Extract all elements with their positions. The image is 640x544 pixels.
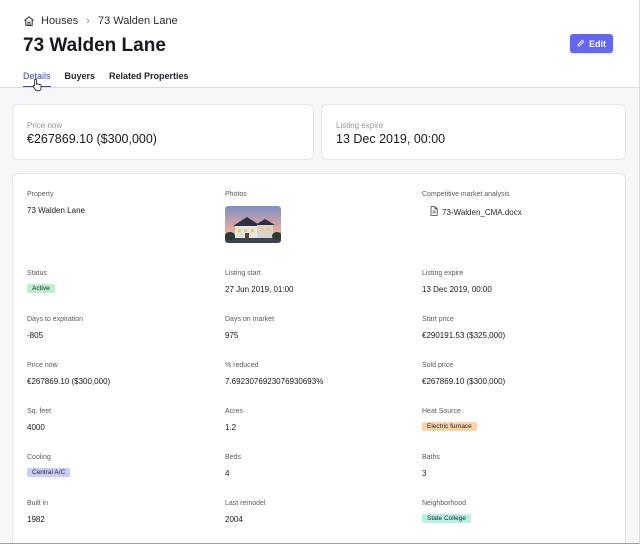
field-label: Photos — [225, 191, 247, 198]
field-label: Built in — [27, 500, 49, 507]
field-heat-source: Heat Source Electric furnace — [422, 408, 477, 433]
field-value: 13 Dec 2019, 00:00 — [422, 285, 492, 294]
field-percent-reduced: % reduced 7.6923076923076930693% — [225, 362, 323, 386]
field-label: Acres — [225, 408, 243, 415]
field-value: -805 — [27, 331, 44, 340]
field-label: Cooling — [27, 454, 51, 461]
cma-file-link[interactable]: 73-Walden_CMA.docx — [422, 206, 522, 218]
field-listing-expire: Listing expire 13 Dec 2019, 00:00 — [422, 270, 492, 294]
field-value: 1982 — [27, 515, 45, 524]
field-label: Property — [27, 191, 54, 198]
breadcrumb-current: 73 Walden Lane — [97, 15, 178, 27]
field-neighborhood: Neighborhood State College — [422, 500, 472, 525]
field-label: Beds — [225, 454, 241, 461]
price-now-card-label: Price now — [27, 121, 63, 130]
tab-related-properties[interactable]: Related Properties — [109, 71, 189, 87]
field-value: 4 — [225, 469, 230, 478]
pencil-icon — [577, 39, 585, 49]
breadcrumb: Houses › 73 Walden Lane — [23, 14, 178, 28]
tab-bar: Details Buyers Related Properties — [23, 71, 189, 87]
neighborhood-badge: State College — [422, 514, 472, 523]
field-acres: Acres 1.2 — [225, 408, 243, 432]
field-label: Heat Source — [422, 408, 461, 415]
field-label: % reduced — [225, 362, 259, 369]
field-value: €267869.10 ($300,000) — [422, 377, 506, 386]
field-beds: Beds 4 — [225, 454, 241, 478]
page-title: 73 Walden Lane — [23, 35, 166, 56]
field-label: Start price — [422, 316, 454, 323]
field-label: Sold price — [422, 362, 454, 369]
field-property: Property 73 Walden Lane — [27, 191, 85, 215]
home-icon[interactable] — [23, 15, 35, 27]
field-value: 1.2 — [225, 423, 237, 432]
cooling-badge: Central A/C — [27, 468, 71, 477]
field-label: Listing expire — [422, 270, 464, 277]
field-label: Listing start — [225, 270, 261, 277]
cma-file-name: 73-Walden_CMA.docx — [442, 207, 522, 217]
field-sold-price: Sold price €267869.10 ($300,000) — [422, 362, 505, 386]
document-icon — [430, 206, 438, 218]
house-photo-thumbnail[interactable] — [225, 206, 281, 243]
app-window: Houses › 73 Walden Lane 73 Walden Lane E… — [0, 0, 640, 544]
field-listing-start: Listing start 27 Jun 2019, 01:00 — [225, 270, 294, 294]
tab-buyers[interactable]: Buyers — [65, 71, 96, 87]
field-days-to-expiration: Days to expiration -805 — [27, 316, 83, 340]
field-last-remodel: Last remodel 2004 — [225, 500, 265, 524]
field-label: Status — [27, 270, 47, 277]
field-label: Days to expiration — [27, 316, 84, 323]
hand-pointer-icon — [32, 78, 44, 92]
field-value: 3 — [422, 469, 427, 478]
field-price-now: Price now €267869.10 ($300,000) — [27, 362, 110, 386]
field-label: Neighborhood — [422, 500, 466, 507]
field-label: Days on market — [225, 316, 275, 323]
breadcrumb-houses-link[interactable]: Houses — [41, 15, 78, 27]
field-photos: Photos — [225, 191, 281, 243]
field-value: 2004 — [225, 515, 243, 524]
field-value: €267869.10 ($300,000) — [27, 377, 111, 386]
field-cooling: Cooling Central A/C — [27, 454, 71, 479]
listing-expire-card: Listing expire 13 Dec 2019, 00:00 — [321, 104, 626, 160]
heat-source-badge: Electric furnace — [422, 422, 477, 431]
price-now-card: Price now €267869.10 ($300,000) — [12, 104, 314, 160]
field-sq-feet: Sq. feet 4000 — [27, 408, 51, 432]
field-value: 975 — [225, 331, 239, 340]
price-now-card-value: €267869.10 ($300,000) — [27, 132, 157, 146]
field-cma: Competitive market analysis 73-Walden_CM… — [422, 191, 522, 218]
edit-button-label: Edit — [589, 38, 606, 49]
details-card: Property 73 Walden Lane Photos Competiti… — [12, 173, 626, 543]
page-header: Houses › 73 Walden Lane 73 Walden Lane E… — [0, 0, 639, 88]
field-label: Sq. feet — [27, 408, 52, 415]
field-value: 7.6923076923076930693% — [225, 377, 324, 386]
field-days-on-market: Days on market 975 — [225, 316, 274, 340]
field-status: Status Active — [27, 270, 55, 295]
field-value: 4000 — [27, 423, 45, 432]
listing-expire-card-label: Listing expire — [336, 121, 384, 130]
field-built-in: Built in 1982 — [27, 500, 48, 524]
field-label: Baths — [422, 454, 440, 461]
field-value: €290191.53 ($325,000) — [422, 331, 506, 340]
field-label: Competitive market analysis — [422, 191, 510, 198]
status-badge: Active — [27, 284, 55, 293]
field-label: Last remodel — [225, 500, 266, 507]
edit-button[interactable]: Edit — [570, 34, 613, 53]
listing-expire-card-value: 13 Dec 2019, 00:00 — [336, 132, 446, 146]
field-value: 73 Walden Lane — [27, 206, 85, 215]
chevron-right-icon: › — [86, 15, 90, 27]
field-value: 27 Jun 2019, 01:00 — [225, 285, 294, 294]
field-start-price: Start price €290191.53 ($325,000) — [422, 316, 505, 340]
field-baths: Baths 3 — [422, 454, 440, 478]
field-label: Price now — [27, 362, 58, 369]
